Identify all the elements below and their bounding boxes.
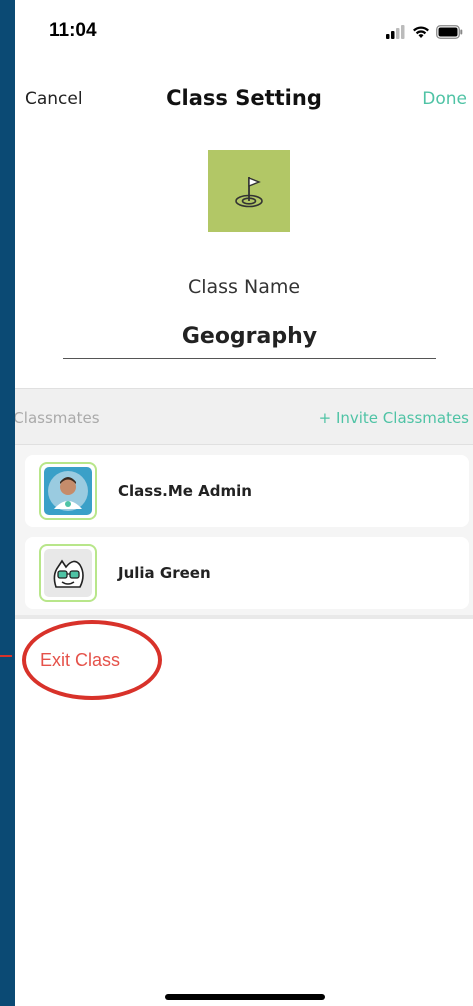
list-item[interactable]: Julia Green (25, 537, 469, 609)
class-name-label: Class Name (187, 276, 301, 298)
classmate-count: 2 Classmates (15, 409, 100, 427)
member-name: Class.Me Admin (118, 482, 252, 500)
done-button[interactable]: Done (422, 89, 467, 109)
wifi-icon (413, 26, 429, 38)
home-indicator (165, 994, 325, 1000)
navigation-bar: Cancel Class Setting Done (15, 78, 473, 122)
photo-avatar-icon (44, 467, 92, 515)
status-time: 11:04 (49, 20, 97, 41)
member-name: Julia Green (118, 564, 211, 582)
class-icon-button[interactable] (208, 150, 290, 232)
classmates-list: Class.Me Admin Julia Green (15, 445, 473, 615)
golf-flag-icon (235, 176, 263, 208)
phone-screen: 11:04 Cancel Class Setting Done Class Na… (15, 0, 473, 1006)
page-title: Class Setting (166, 86, 322, 110)
status-icons (386, 24, 463, 40)
avatar (39, 462, 97, 520)
status-bar: 11:04 (15, 0, 473, 64)
list-item[interactable]: Class.Me Admin (25, 455, 469, 527)
class-name-input[interactable] (63, 315, 436, 359)
battery-icon (436, 25, 463, 39)
classmates-header: 2 Classmates + Invite Classmates (15, 388, 473, 445)
cellular-signal-icon (386, 25, 405, 39)
cartoon-avatar-icon (44, 549, 92, 597)
annotation-arrow-tip (0, 655, 12, 657)
section-divider (15, 615, 473, 619)
avatar (39, 544, 97, 602)
annotation-circle (22, 620, 162, 700)
invite-classmates-link[interactable]: + Invite Classmates (319, 409, 469, 427)
